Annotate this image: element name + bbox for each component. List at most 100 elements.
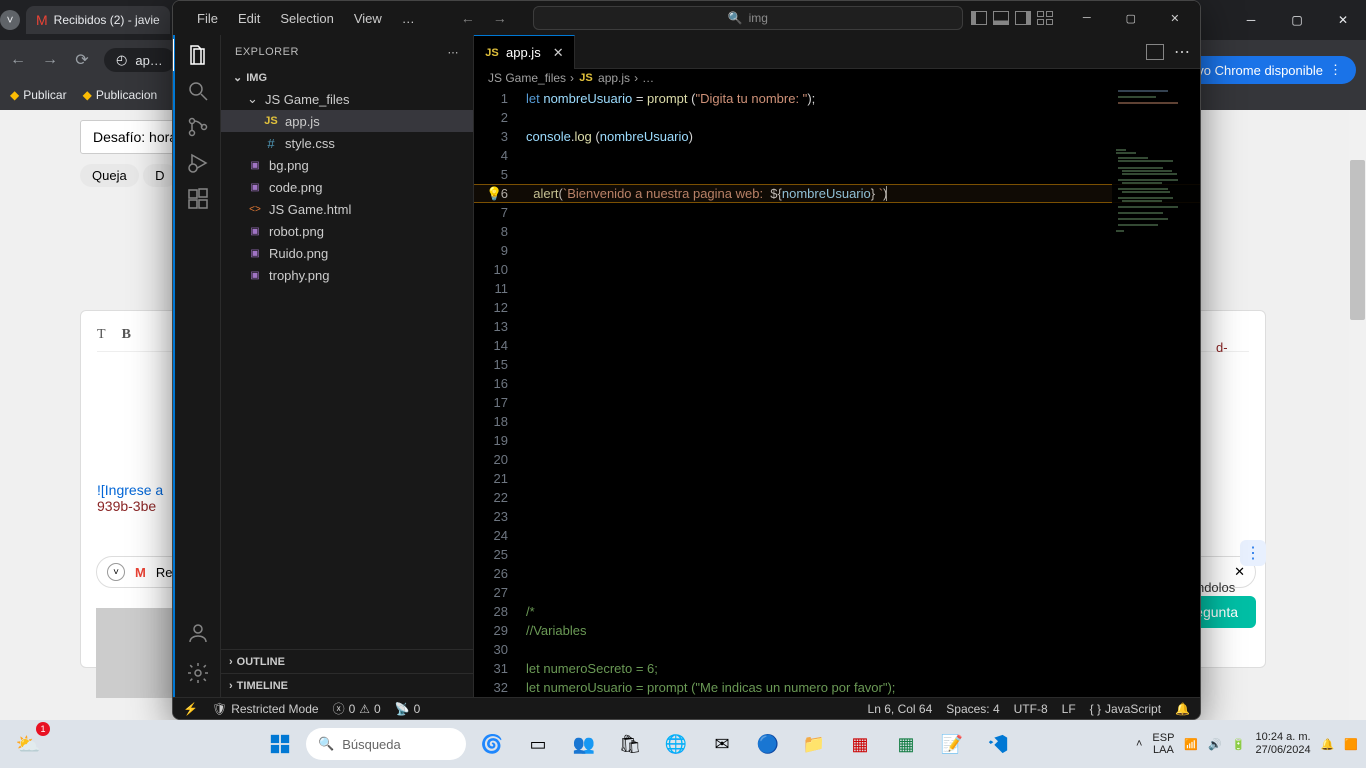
status-remote-icon[interactable]: ⚡ xyxy=(183,702,198,716)
status-lncol[interactable]: Ln 6, Col 64 xyxy=(868,702,933,716)
breadcrumb-file[interactable]: app.js xyxy=(598,71,630,85)
menu-edit[interactable]: Edit xyxy=(230,7,268,30)
code-editor[interactable]: 1234567891011121314151617181920212223242… xyxy=(474,87,1200,697)
activity-account-icon[interactable] xyxy=(186,621,210,645)
chrome-close[interactable]: ✕ xyxy=(1320,0,1366,40)
toolbar-b[interactable]: B xyxy=(122,327,131,343)
chrome-tab[interactable]: M Recibidos (2) - javie xyxy=(26,6,170,34)
tree-item-ruido-png[interactable]: ▣Ruido.png xyxy=(221,242,473,264)
tab-close-icon[interactable]: ✕ xyxy=(553,45,564,61)
tray-chevron-icon[interactable]: ˄ xyxy=(1136,738,1142,750)
menu-view[interactable]: View xyxy=(346,7,390,30)
page-scrollbar[interactable] xyxy=(1349,110,1366,728)
tree-item-js-game-files[interactable]: ⌄JS Game_files xyxy=(221,88,473,110)
chrome-url-bar[interactable]: ◴ ap… xyxy=(104,48,175,72)
tree-item-js-game-html[interactable]: <>JS Game.html xyxy=(221,198,473,220)
status-problems[interactable]: ⓧ0 ⚠0 xyxy=(333,700,381,717)
toolbar-t[interactable]: T xyxy=(97,327,106,343)
chrome-tab-dropdown[interactable]: ˅ xyxy=(0,10,20,30)
status-restricted[interactable]: 🛡Restricted Mode xyxy=(212,702,319,716)
activity-explorer-icon[interactable] xyxy=(186,43,210,67)
taskbar-notes[interactable]: 📝 xyxy=(932,724,972,764)
taskbar-copilot[interactable]: 🌀 xyxy=(472,724,512,764)
lightbulb-icon[interactable]: 💡 xyxy=(486,184,502,203)
nav-back[interactable]: ← xyxy=(461,10,475,26)
vscode-titlebar[interactable]: File Edit Selection View … ← → 🔍 img ─ ▢ xyxy=(173,1,1200,35)
taskbar-chrome[interactable]: 🔵 xyxy=(748,724,788,764)
status-notifications-icon[interactable]: 🔔 xyxy=(1175,702,1190,716)
taskbar-store[interactable]: 🛍 xyxy=(610,724,650,764)
vscode-minimize[interactable]: ─ xyxy=(1065,1,1109,35)
split-editor-icon[interactable] xyxy=(1146,44,1164,60)
vscode-close[interactable]: ✕ xyxy=(1153,1,1197,35)
status-encoding[interactable]: UTF-8 xyxy=(1014,702,1048,716)
status-spaces[interactable]: Spaces: 4 xyxy=(946,702,999,716)
tray-language[interactable]: ESPLAA xyxy=(1152,732,1174,756)
menu-more[interactable]: … xyxy=(394,7,423,30)
code-lines[interactable]: let nombreUsuario = prompt ("Digita tu n… xyxy=(526,87,1200,697)
root-folder[interactable]: ⌄ IMG xyxy=(221,69,473,86)
nav-forward[interactable]: → xyxy=(493,10,507,26)
editor-more-icon[interactable]: ⋯ xyxy=(1174,42,1190,62)
chrome-reload[interactable]: ⟳ xyxy=(72,50,92,70)
vscode-maximize[interactable]: ▢ xyxy=(1109,1,1153,35)
taskbar-weather[interactable]: ⛅ 1 xyxy=(8,724,48,764)
tree-item-bg-png[interactable]: ▣bg.png xyxy=(221,154,473,176)
editor-tab-appjs[interactable]: JS app.js ✕ xyxy=(474,35,575,69)
minimap[interactable] xyxy=(1112,87,1200,697)
chevron-down-icon[interactable]: ˅ xyxy=(107,563,125,581)
taskbar-excel[interactable]: ▦ xyxy=(886,724,926,764)
layout-panel-icon[interactable] xyxy=(993,11,1009,25)
chrome-back[interactable]: ← xyxy=(8,51,28,69)
activity-source-control-icon[interactable] xyxy=(186,115,210,139)
bookmark-publicacion[interactable]: ◆Publicacion xyxy=(83,88,158,102)
tree-item-trophy-png[interactable]: ▣trophy.png xyxy=(221,264,473,286)
bookmark-publicar[interactable]: ◆Publicar xyxy=(10,88,67,102)
vscode-command-center[interactable]: 🔍 img xyxy=(533,6,963,30)
breadcrumb[interactable]: JS Game_files › JS app.js › … xyxy=(474,69,1200,87)
status-eol[interactable]: LF xyxy=(1062,702,1076,716)
activity-extensions-icon[interactable] xyxy=(186,187,210,211)
layout-customize-icon[interactable] xyxy=(1037,11,1053,25)
tray-app-icon[interactable]: 🟧 xyxy=(1344,738,1358,751)
tray-battery-icon[interactable]: 🔋 xyxy=(1232,738,1246,751)
activity-search-icon[interactable] xyxy=(186,79,210,103)
more-options-icon[interactable]: ⋮ xyxy=(1240,540,1266,566)
tree-item-robot-png[interactable]: ▣robot.png xyxy=(221,220,473,242)
tray-notifications-icon[interactable]: 🔔 xyxy=(1321,738,1335,751)
taskbar-search[interactable]: 🔍Búsqueda xyxy=(306,728,466,760)
status-language[interactable]: { } JavaScript xyxy=(1090,702,1161,716)
menu-selection[interactable]: Selection xyxy=(272,7,341,30)
layout-sidebar-right-icon[interactable] xyxy=(1015,11,1031,25)
taskbar-mail[interactable]: ✉ xyxy=(702,724,742,764)
outline-section[interactable]: ›OUTLINE xyxy=(221,649,473,673)
status-port[interactable]: 📡0 xyxy=(395,702,421,716)
explorer-more-icon[interactable]: ⋯ xyxy=(448,46,460,59)
start-button[interactable] xyxy=(260,724,300,764)
activity-settings-icon[interactable] xyxy=(186,661,210,685)
timeline-section[interactable]: ›TIMELINE xyxy=(221,673,473,697)
layout-sidebar-left-icon[interactable] xyxy=(971,11,987,25)
tree-item-app-js[interactable]: JSapp.js xyxy=(221,110,473,132)
reply-close[interactable]: ✕ xyxy=(1234,564,1245,580)
chrome-forward[interactable]: → xyxy=(40,51,60,69)
taskbar-teams[interactable]: 👥 xyxy=(564,724,604,764)
tree-item-style-css[interactable]: #style.css xyxy=(221,132,473,154)
breadcrumb-more[interactable]: … xyxy=(642,71,654,85)
activity-debug-icon[interactable] xyxy=(186,151,210,175)
taskbar-pdf[interactable]: ▦ xyxy=(840,724,880,764)
taskbar-edge[interactable]: 🌐 xyxy=(656,724,696,764)
scrollbar-thumb[interactable] xyxy=(1350,160,1365,320)
taskbar-vscode[interactable] xyxy=(978,724,1018,764)
tray-wifi-icon[interactable]: 📶 xyxy=(1184,738,1198,751)
taskbar-taskview[interactable]: ▭ xyxy=(518,724,558,764)
breadcrumb-folder[interactable]: JS Game_files xyxy=(488,71,566,85)
chrome-minimize[interactable]: ─ xyxy=(1228,0,1274,40)
taskbar-explorer[interactable]: 📁 xyxy=(794,724,834,764)
tray-volume-icon[interactable]: 🔊 xyxy=(1208,738,1222,751)
tag-queja[interactable]: Queja xyxy=(80,164,139,187)
tray-clock[interactable]: 10:24 a. m.27/06/2024 xyxy=(1256,731,1311,757)
chrome-maximize[interactable]: ▢ xyxy=(1274,0,1320,40)
menu-file[interactable]: File xyxy=(189,7,226,30)
tree-item-code-png[interactable]: ▣code.png xyxy=(221,176,473,198)
